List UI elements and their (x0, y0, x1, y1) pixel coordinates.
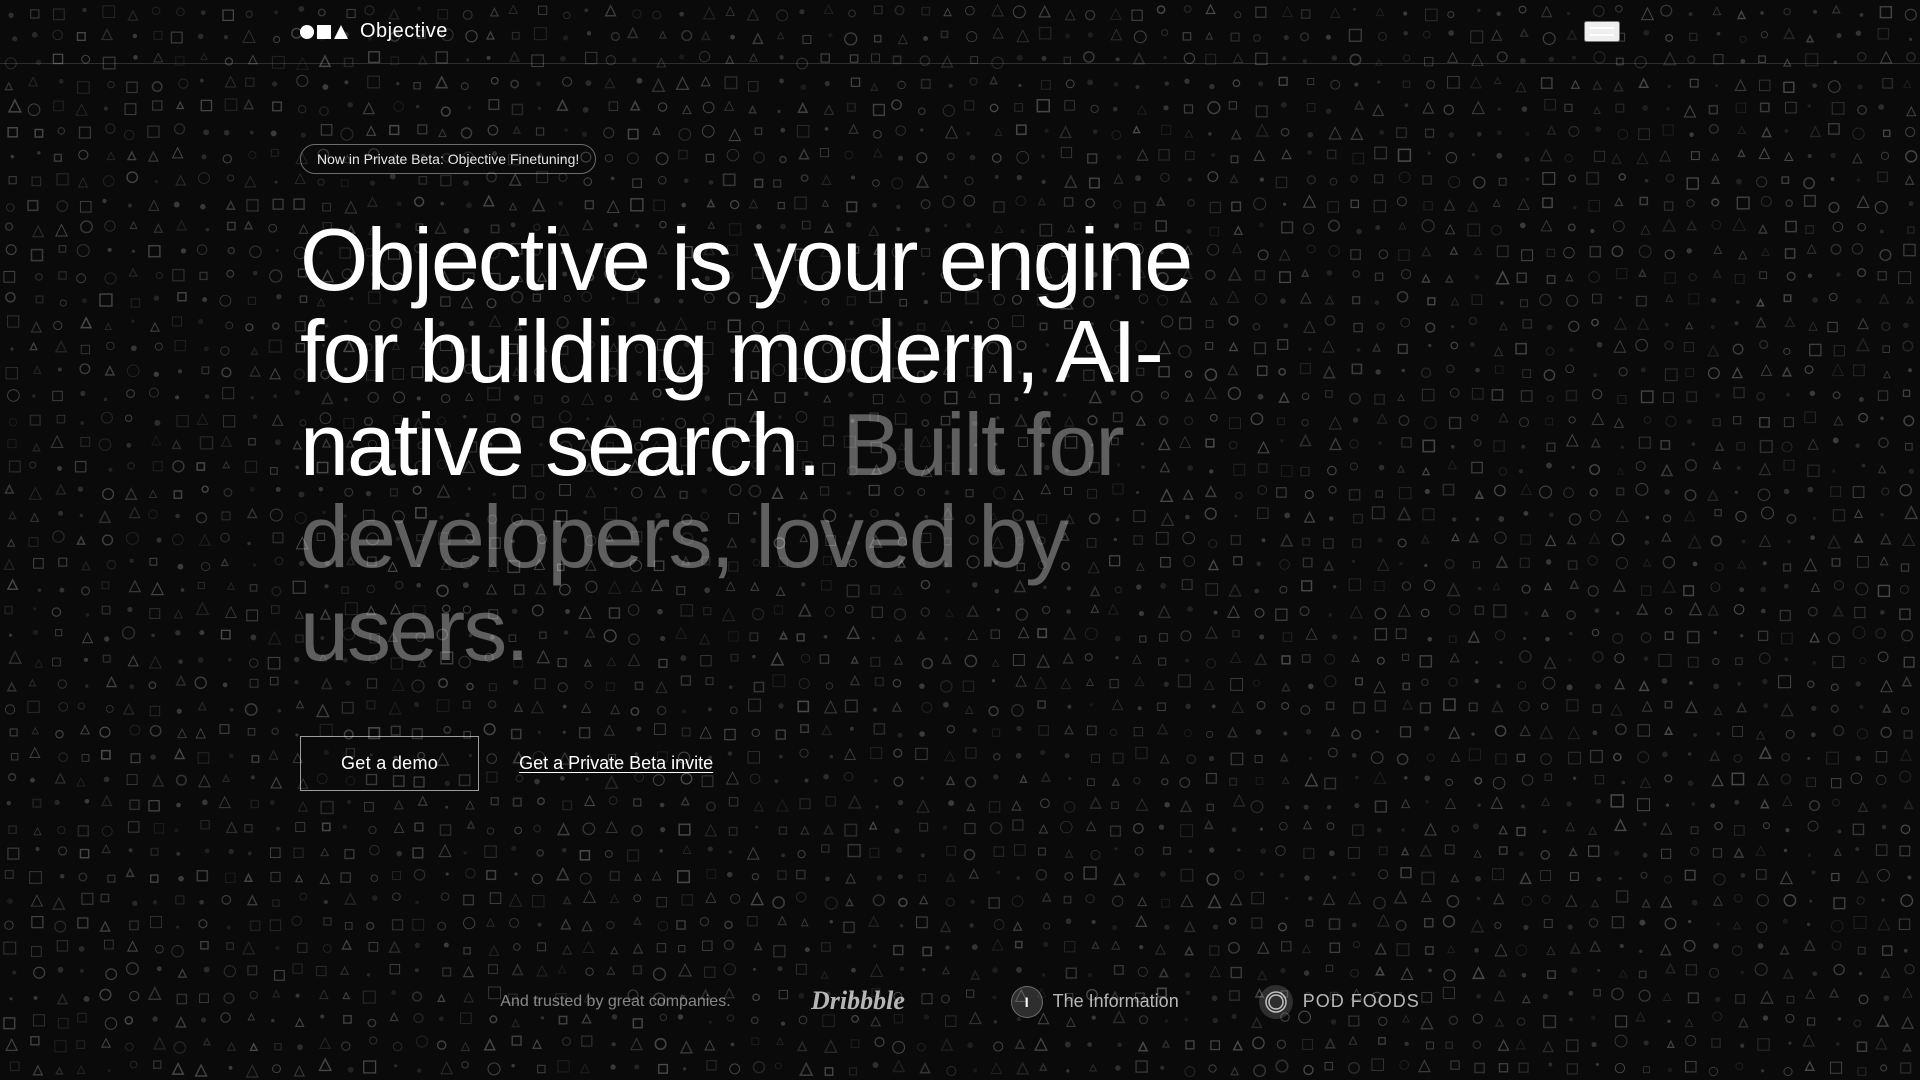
hamburger-line-1 (1590, 27, 1614, 29)
trusted-section: And trusted by great companies. Dribbble… (0, 983, 1920, 1020)
the-information-logo: I The Information (1011, 986, 1179, 1018)
logo-triangle (334, 25, 348, 39)
pod-foods-text: POD FOODS (1303, 991, 1420, 1012)
hero-section: Now in Private Beta: Objective Finetunin… (0, 64, 1920, 791)
trusted-logos: Dribbble I The Information POD FOODS (811, 983, 1420, 1020)
logo: Objective (300, 20, 448, 43)
logo-icon (300, 25, 348, 39)
beta-badge[interactable]: Now in Private Beta: Objective Finetunin… (300, 144, 596, 174)
logo-square (317, 25, 331, 39)
get-beta-invite-button[interactable]: Get a Private Beta invite (519, 753, 713, 774)
pod-foods-icon (1259, 985, 1293, 1019)
the-information-text: The Information (1053, 991, 1179, 1012)
hamburger-line-2 (1590, 34, 1614, 36)
hero-headline: Objective is your engine for building mo… (300, 214, 1250, 676)
trusted-label: And trusted by great companies. (500, 993, 730, 1011)
svg-text:Dribbble: Dribbble (811, 986, 905, 1015)
logo-circle (300, 25, 314, 39)
beta-badge-text: Now in Private Beta: Objective Finetunin… (317, 151, 579, 167)
logo-text: Objective (360, 20, 448, 43)
navigation: Objective (0, 0, 1920, 64)
hamburger-menu[interactable] (1584, 21, 1620, 42)
dribbble-logo: Dribbble (811, 983, 931, 1020)
pod-foods-logo: POD FOODS (1259, 985, 1420, 1019)
get-demo-button[interactable]: Get a demo (300, 736, 479, 791)
the-information-icon: I (1011, 986, 1043, 1018)
hero-actions: Get a demo Get a Private Beta invite (300, 736, 1620, 791)
